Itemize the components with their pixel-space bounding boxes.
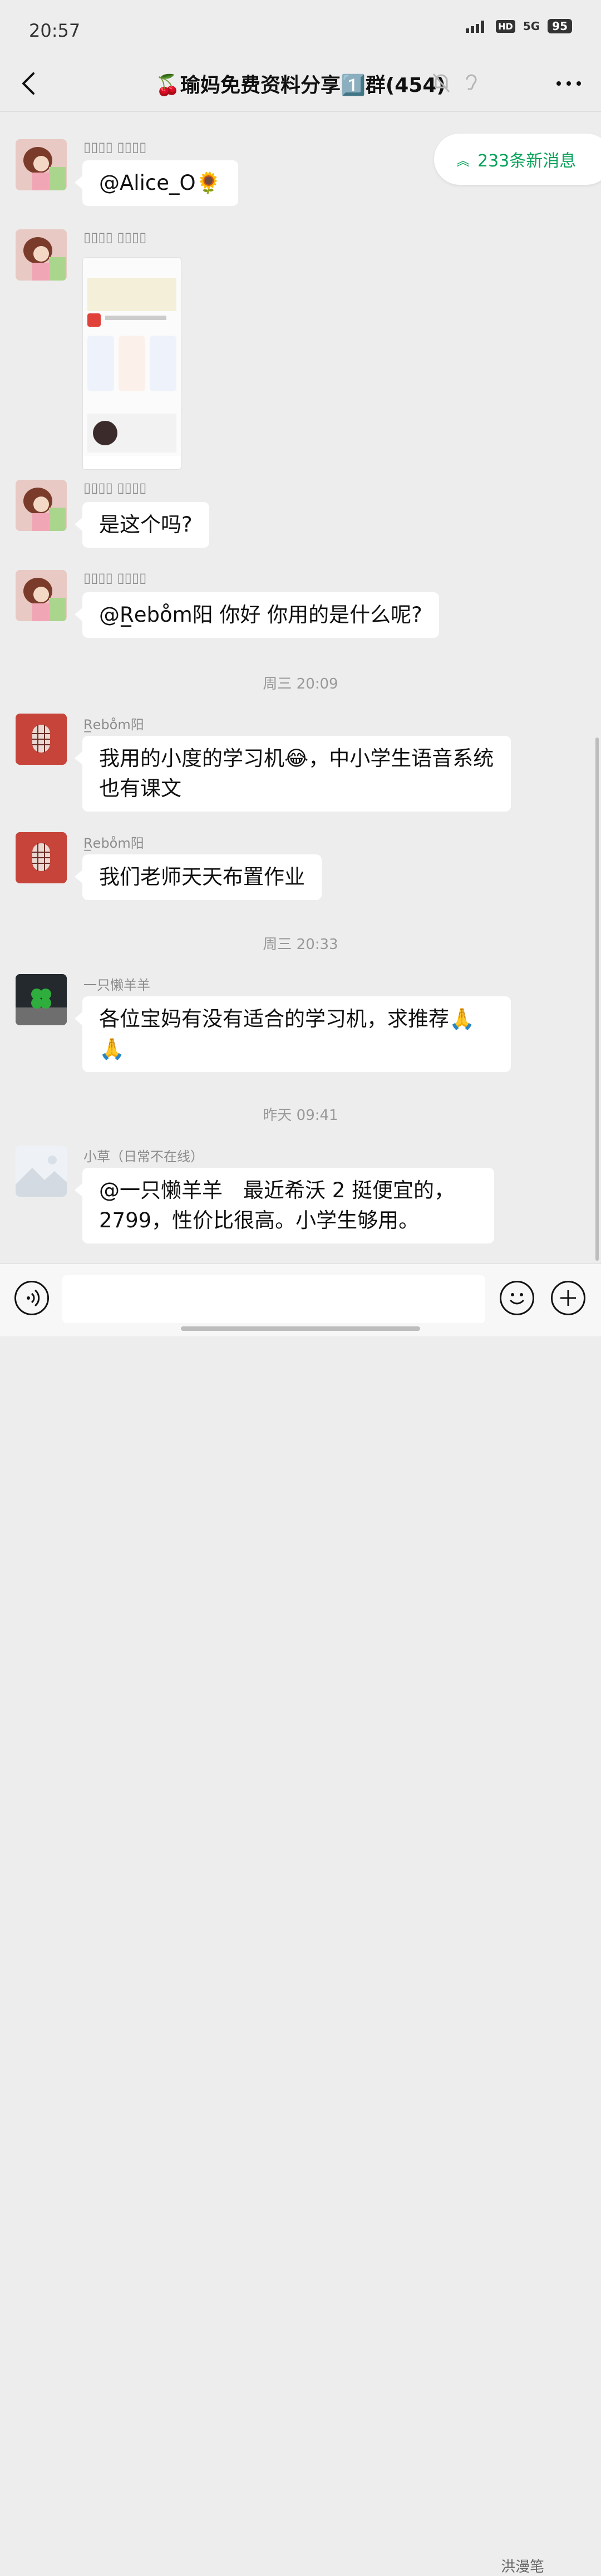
message-item: ▯▯▯▯ ▯▯▯▯ @R̲ebo̊m阳 你好 你用的是什么呢? [16, 570, 572, 648]
plus-icon [560, 1290, 576, 1306]
timestamp: 周三 20:09 [263, 676, 338, 692]
message-bubble[interactable]: @Alice_O🌻 [75, 160, 238, 206]
hd-badge: HD [496, 19, 515, 33]
message-item: ▯▯▯▯ ▯▯▯▯ @Alice_O🌻 [16, 139, 572, 217]
message-item: ▯▯▯▯ ▯▯▯▯ [16, 229, 572, 470]
voice-icon [27, 1289, 40, 1307]
battery-level: 95 [548, 19, 572, 33]
more-button[interactable] [552, 68, 585, 99]
ear-icon [461, 71, 481, 95]
avatar[interactable] [16, 1146, 67, 1197]
message-bubble[interactable]: 我用的小度的学习机😂，中小学生语音系统也有课文 [75, 736, 511, 812]
timestamp: 周三 20:33 [263, 936, 338, 953]
avatar[interactable] [16, 139, 67, 190]
message-item: R̲ebo̊m阳 我们老师天天布置作业 [16, 832, 572, 910]
status-bar: 20:57 HD 5G 95 [0, 0, 601, 61]
message-bubble[interactable]: 我们老师天天布置作业 [75, 854, 322, 900]
message-bubble[interactable]: 是这个吗? [75, 502, 209, 548]
chat-header: 🍒瑜妈免费资料分享1️⃣群(454) [0, 56, 601, 112]
chat-title: 🍒瑜妈免费资料分享1️⃣群(454) [155, 74, 446, 97]
input-bar: 洪漫笔 [0, 1264, 601, 2575]
emoji-button[interactable] [500, 1281, 534, 1315]
sender-name: ▯▯▯▯ ▯▯▯▯ [83, 229, 147, 245]
message-input[interactable] [62, 1275, 485, 1323]
avatar[interactable] [16, 480, 67, 531]
message-item: 小草（日常不在线） @一只懒羊羊 最近希沃 2 挺便宜的，2799，性价比很高。… [16, 1146, 572, 1251]
sender-name: ▯▯▯▯ ▯▯▯▯ [83, 480, 147, 495]
sender-name: 一只懒羊羊 [83, 977, 150, 993]
more-icon [556, 81, 581, 86]
emoji-icon [509, 1293, 525, 1305]
message-bubble[interactable]: @一只懒羊羊 最近希沃 2 挺便宜的，2799，性价比很高。小学生够用。 [75, 1168, 494, 1243]
status-icons: HD 5G 95 [466, 19, 572, 33]
message-item: 一只懒羊羊 各位宝妈有没有适合的学习机，求推荐🙏🙏 [16, 974, 572, 1080]
watermark-text: 洪漫笔 [501, 2559, 545, 2575]
sender-name: R̲ebo̊m阳 [83, 717, 144, 733]
avatar[interactable] [16, 570, 67, 621]
message-item: R̲ebo̊m阳 我用的小度的学习机😂，中小学生语音系统也有课文 [16, 714, 572, 819]
avatar[interactable] [16, 974, 67, 1025]
message-item: ▯▯▯▯ ▯▯▯▯ 是这个吗? [16, 480, 572, 558]
sender-name: ▯▯▯▯ ▯▯▯▯ [83, 570, 147, 586]
add-button[interactable] [551, 1281, 585, 1315]
avatar[interactable] [16, 714, 67, 765]
sender-name: 小草（日常不在线） [83, 1149, 204, 1164]
avatar[interactable] [16, 832, 67, 883]
mute-bell-icon [431, 71, 451, 95]
signal-icon [466, 19, 488, 33]
network-type: 5G [523, 19, 540, 33]
home-indicator[interactable] [181, 1326, 420, 1331]
avatar[interactable] [16, 229, 67, 281]
sender-name: ▯▯▯▯ ▯▯▯▯ [83, 139, 147, 155]
voice-button[interactable] [14, 1281, 49, 1315]
image-attachment[interactable] [82, 257, 181, 470]
scrollbar[interactable] [595, 738, 599, 1261]
status-time: 20:57 [29, 20, 81, 41]
timestamp: 昨天 09:41 [263, 1107, 338, 1124]
message-bubble[interactable]: @R̲ebo̊m阳 你好 你用的是什么呢? [75, 592, 439, 638]
message-bubble[interactable]: 各位宝妈有没有适合的学习机，求推荐🙏🙏 [75, 996, 511, 1072]
title-status-icons [431, 71, 481, 95]
sender-name: R̲ebo̊m阳 [83, 835, 144, 851]
